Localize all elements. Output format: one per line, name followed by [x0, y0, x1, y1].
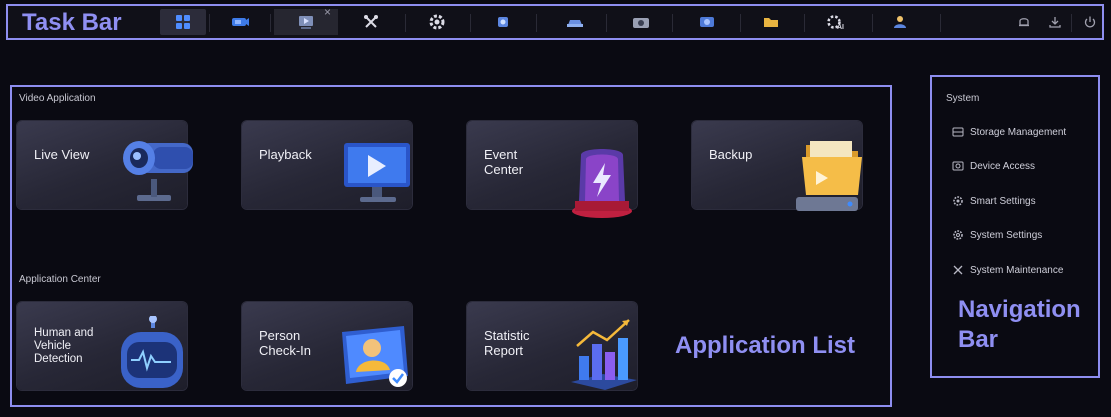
gear-icon [953, 230, 963, 240]
close-tab-icon[interactable]: × [324, 5, 331, 19]
nav-item-device-access[interactable]: Device Access [952, 158, 1035, 174]
downloads-button[interactable] [1043, 9, 1067, 35]
application-center-heading: Application Center [19, 274, 101, 285]
event-center-icon [498, 17, 508, 27]
app-tile-human-vehicle-detection[interactable]: Human and Vehicle Detection [17, 302, 187, 390]
power-icon [1084, 16, 1096, 28]
nav-item-system-maintenance[interactable]: System Maintenance [952, 262, 1063, 278]
app-tile-label: Playback [259, 147, 312, 162]
taskbar-separator [209, 14, 210, 32]
backup-folder-icon [796, 141, 862, 211]
app-tile-playback[interactable]: Playback [242, 121, 412, 209]
app-tile-label: Human and Vehicle Detection [34, 327, 94, 365]
taskbar-separator [804, 14, 805, 32]
taskbar-maintenance-button[interactable] [356, 9, 386, 35]
taskbar-separator [536, 14, 537, 32]
nav-item-label: System Maintenance [970, 264, 1064, 276]
taskbar-separator [872, 14, 873, 32]
taskbar-smart-settings-button[interactable]: AI [820, 9, 850, 35]
taskbar-separator [405, 14, 406, 32]
smart-settings-ai-icon: AI [827, 15, 844, 30]
taskbar-separator [672, 14, 673, 32]
camera-icon [633, 18, 649, 28]
storage-icon [952, 127, 964, 137]
tools-icon [953, 265, 963, 275]
maintenance-tools-icon [364, 15, 378, 28]
taskbar-home-button[interactable] [160, 9, 206, 35]
task-bar-annotation: Task Bar [22, 9, 122, 36]
navigation-bar-annotation: Navigation Bar [958, 296, 1081, 353]
taskbar-separator [606, 14, 607, 32]
home-grid-icon [176, 15, 190, 29]
notifications-button[interactable] [1012, 9, 1036, 35]
surveillance-camera-icon [123, 141, 193, 201]
human-vehicle-icon [567, 20, 583, 27]
app-tile-label: Live View [34, 147, 90, 162]
app-tile-label: Person Check-In [259, 328, 312, 358]
task-bar: Task Bar × AI [6, 4, 1104, 40]
taskbar-settings-button[interactable] [422, 9, 452, 35]
taskbar-human-vehicle-button[interactable] [560, 9, 590, 35]
download-icon [1049, 17, 1061, 28]
live-view-icon [232, 18, 249, 26]
navigation-bar: System Storage Management Device Access … [930, 75, 1100, 378]
application-list: Video Application Live View Playback Eve… [10, 85, 892, 407]
application-list-annotation: Application List [675, 332, 855, 359]
app-tile-statistic-report[interactable]: Statistic Report [467, 302, 637, 390]
app-tile-label: Event Center [484, 147, 524, 177]
taskbar-device-access-button[interactable] [692, 9, 722, 35]
taskbar-live-view-button[interactable] [220, 9, 260, 35]
power-button[interactable] [1078, 9, 1102, 35]
app-tile-label: Statistic Report [484, 328, 530, 358]
app-tile-event-center[interactable]: Event Center [467, 121, 637, 218]
nav-item-label: Device Access [970, 160, 1036, 172]
nav-item-storage-management[interactable]: Storage Management [952, 124, 1066, 140]
nav-item-system-settings[interactable]: System Settings [952, 227, 1042, 243]
app-root: Task Bar × AI Video Application Live Vie… [0, 0, 1111, 417]
svg-text:AI: AI [837, 24, 844, 30]
smart-gear-icon [953, 196, 963, 206]
system-heading: System [946, 93, 980, 104]
nav-item-label: Smart Settings [970, 195, 1036, 207]
app-tile-live-view[interactable]: Live View [17, 121, 193, 209]
app-tile-backup[interactable]: Backup [692, 121, 862, 211]
nav-item-smart-settings[interactable]: Smart Settings [952, 193, 1036, 209]
taskbar-separator [470, 14, 471, 32]
taskbar-separator [940, 14, 941, 32]
nav-item-label: Storage Management [970, 126, 1067, 138]
backup-folder-icon [764, 18, 778, 27]
person-check-icon [342, 326, 408, 387]
app-tile-label: Backup [709, 147, 753, 162]
alarm-light-icon [572, 149, 632, 218]
taskbar-separator [270, 14, 271, 32]
taskbar-event-center-button[interactable] [488, 9, 518, 35]
device-access-icon [700, 17, 714, 27]
taskbar-person-checkin-button[interactable] [886, 9, 916, 35]
video-application-heading: Video Application [19, 93, 96, 104]
taskbar-backup-button[interactable] [756, 9, 786, 35]
bell-icon [1019, 18, 1029, 27]
playback-icon [299, 16, 313, 29]
monitor-play-icon [344, 143, 410, 202]
nav-item-label: System Settings [970, 229, 1043, 241]
settings-gear-icon [429, 14, 445, 30]
taskbar-separator [1071, 14, 1072, 32]
device-icon [952, 161, 964, 171]
person-checkin-icon [894, 16, 906, 28]
detection-sphere-icon [121, 316, 183, 388]
bar-chart-icon [571, 319, 637, 390]
taskbar-camera-button[interactable] [626, 9, 656, 35]
taskbar-playback-tab[interactable]: × [274, 5, 338, 35]
taskbar-separator [740, 14, 741, 32]
app-tile-person-check-in[interactable]: Person Check-In [242, 302, 412, 390]
